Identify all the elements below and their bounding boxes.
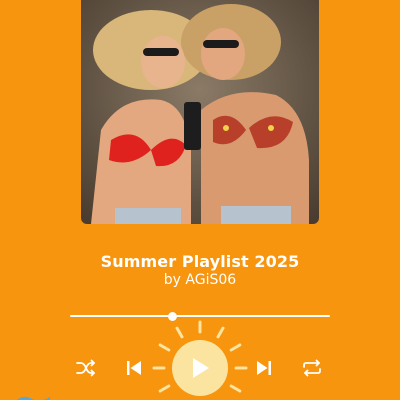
progress-track[interactable] bbox=[70, 315, 330, 317]
skip-next-icon bbox=[257, 361, 271, 375]
shuffle-button[interactable] bbox=[76, 359, 96, 377]
corner-logo bbox=[12, 388, 52, 400]
previous-button[interactable] bbox=[124, 359, 144, 377]
repeat-button[interactable] bbox=[301, 359, 323, 377]
repeat-icon bbox=[303, 359, 321, 377]
next-button[interactable] bbox=[254, 359, 274, 377]
track-title: Summer Playlist 2025 bbox=[100, 252, 300, 271]
shuffle-icon bbox=[76, 359, 95, 377]
album-cover bbox=[81, 0, 319, 224]
play-icon bbox=[193, 358, 209, 378]
play-button[interactable] bbox=[172, 340, 228, 396]
skip-previous-icon bbox=[127, 361, 141, 375]
track-artist: by AGiS06 bbox=[163, 272, 237, 288]
